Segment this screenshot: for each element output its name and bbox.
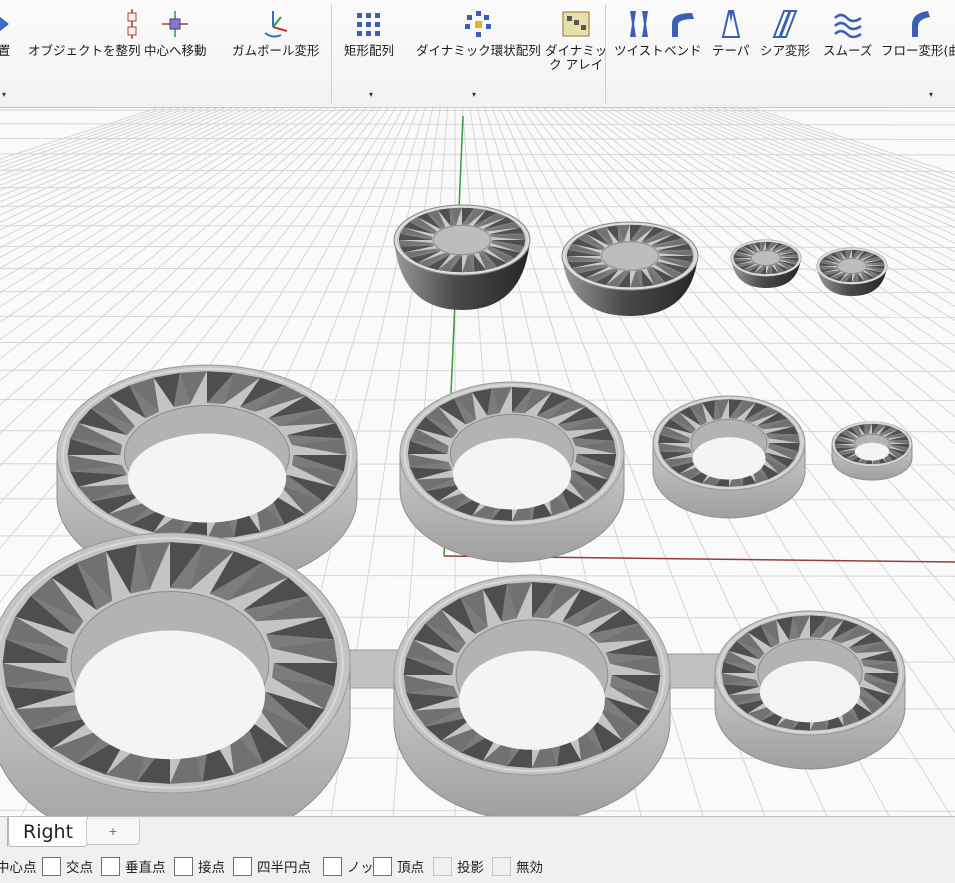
osnap-bar: 中心点 交点 垂直点 接点 四半円点 ノット 頂点 投影 無効 xyxy=(0,850,955,883)
gumball-icon xyxy=(261,8,291,40)
grid-line xyxy=(0,169,955,172)
taper-icon xyxy=(720,8,742,40)
osnap-perpendicular[interactable]: 垂直点 xyxy=(101,856,166,876)
group-dropdown-arrow[interactable]: ▾ xyxy=(2,90,6,99)
smooth-icon xyxy=(833,8,863,40)
osnap-checkbox[interactable] xyxy=(42,856,61,876)
gem-cup xyxy=(730,239,802,288)
osnap-checkbox[interactable] xyxy=(233,856,252,876)
dynamic-array-button[interactable]: ダイナミッ ク アレイ xyxy=(545,8,607,72)
group-separator xyxy=(331,4,332,104)
tab-edge xyxy=(0,817,8,847)
cup-table xyxy=(432,224,492,256)
cup-table xyxy=(600,241,660,271)
ring-hole xyxy=(759,661,861,723)
polar-array-button[interactable]: ダイナミック環状配列 xyxy=(416,8,541,58)
polar-array-icon xyxy=(464,8,492,40)
gem-cup xyxy=(561,221,699,316)
gumball-button[interactable]: ガムボール変形 xyxy=(232,8,320,58)
ring-hole xyxy=(127,433,287,523)
ring-hole xyxy=(692,437,766,480)
rectangular-array-button[interactable]: 矩形配列 xyxy=(344,8,394,58)
gem-setting-ring xyxy=(714,610,906,770)
ring-hole xyxy=(854,442,890,461)
cup-table xyxy=(750,249,782,267)
osnap-project[interactable]: 投影 xyxy=(433,856,484,876)
osnap-checkbox[interactable] xyxy=(174,856,193,876)
smooth-button[interactable]: スムーズ xyxy=(823,8,872,58)
connector-bar xyxy=(667,653,721,689)
group-dropdown-arrow[interactable]: ▾ xyxy=(929,90,933,99)
grid-line xyxy=(0,153,955,156)
bend-icon xyxy=(668,8,698,40)
add-tab-button[interactable]: + xyxy=(86,819,140,845)
move-to-center-icon xyxy=(160,8,190,40)
cup-table xyxy=(836,257,868,275)
flow-icon xyxy=(906,8,936,40)
gem-setting-ring xyxy=(399,381,625,563)
place-tool-button[interactable]: 置 xyxy=(0,8,14,58)
grid-line xyxy=(0,187,955,190)
twist-icon xyxy=(626,8,652,40)
align-objects-icon xyxy=(124,8,140,40)
osnap-checkbox[interactable] xyxy=(101,856,120,876)
dynamic-array-icon xyxy=(561,8,591,40)
align-objects-button[interactable]: オブジェクトを整列 xyxy=(28,8,141,58)
gem-cup xyxy=(393,204,531,310)
grid-line xyxy=(0,369,955,372)
scene-canvas xyxy=(0,108,955,816)
osnap-checkbox[interactable] xyxy=(323,856,342,876)
tab-right[interactable]: Right xyxy=(8,817,89,847)
osnap-disable[interactable]: 無効 xyxy=(492,856,543,876)
shear-button[interactable]: シア変形 xyxy=(760,8,810,58)
gem-cup xyxy=(816,247,888,296)
gem-setting-ring xyxy=(831,421,913,481)
grid-line xyxy=(0,123,955,126)
group-dropdown-arrow[interactable]: ▾ xyxy=(369,90,373,99)
ring-hole xyxy=(452,438,572,510)
perspective-viewport[interactable] xyxy=(0,108,955,816)
group-separator xyxy=(605,4,606,104)
grid-line xyxy=(0,315,955,318)
grid-line xyxy=(0,109,955,112)
group-dropdown-arrow[interactable]: ▾ xyxy=(472,90,476,99)
osnap-quadrant[interactable]: 四半円点 xyxy=(233,856,311,876)
ring-hole xyxy=(74,630,266,760)
osnap-checkbox[interactable] xyxy=(373,856,392,876)
twist-button[interactable]: ツイスト xyxy=(614,8,664,58)
osnap-checkbox[interactable] xyxy=(492,856,511,876)
flow-along-curve-button[interactable]: フロー変形(曲 xyxy=(881,8,955,58)
shear-icon xyxy=(772,8,798,40)
move-to-center-button[interactable]: 中心へ移動 xyxy=(144,8,207,58)
osnap-intersection[interactable]: 交点 xyxy=(42,856,93,876)
arrow-icon xyxy=(0,8,14,40)
osnap-tangent[interactable]: 接点 xyxy=(174,856,225,876)
jewelry-models xyxy=(0,204,913,816)
osnap-vertex[interactable]: 頂点 xyxy=(373,856,424,876)
osnap-center[interactable]: 中心点 xyxy=(0,856,37,876)
grid-line xyxy=(0,137,955,140)
gem-setting-ring xyxy=(0,532,351,816)
ring-hole xyxy=(459,650,605,750)
gem-setting-ring xyxy=(652,395,806,519)
ribbon-toolbar: 置 オブジェクトを整列 中心へ移動 ガムボール変形 矩形配列 ダイナミック環状配… xyxy=(0,0,955,108)
osnap-checkbox[interactable] xyxy=(433,856,452,876)
rectangular-array-icon xyxy=(356,8,382,40)
gem-setting-ring xyxy=(393,574,671,816)
viewport-tab-bar: Right + xyxy=(0,816,955,850)
bend-button[interactable]: ベンド xyxy=(664,8,702,58)
taper-button[interactable]: テーパ xyxy=(712,8,749,58)
